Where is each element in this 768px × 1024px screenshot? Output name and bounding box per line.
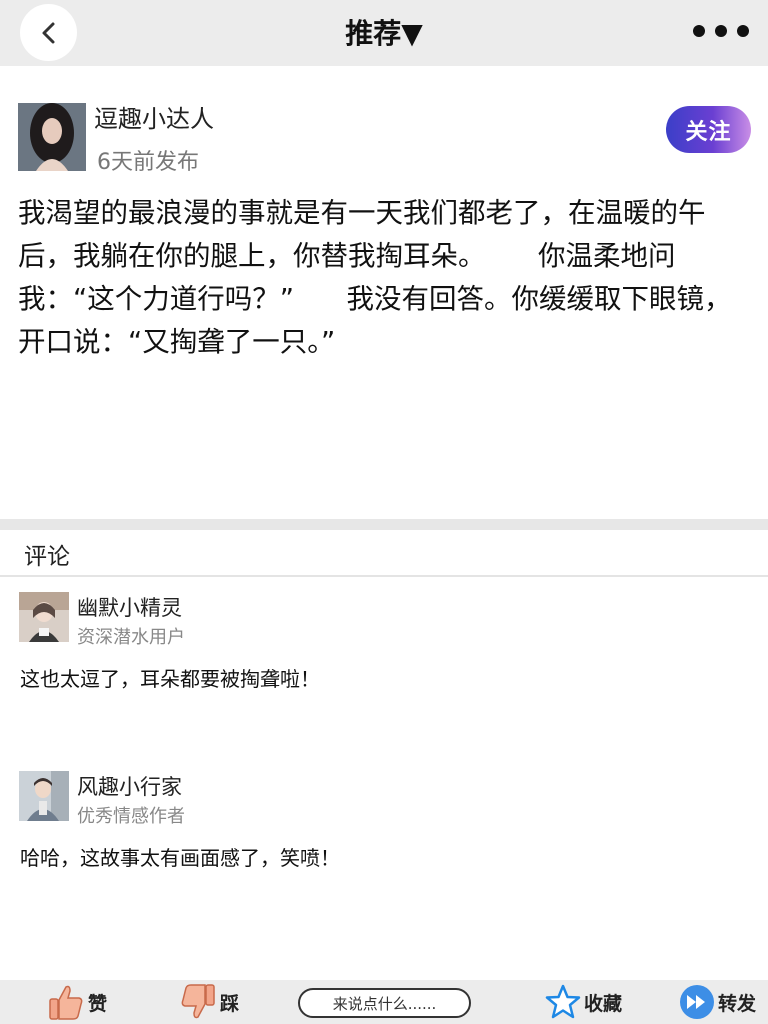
- dislike-label: 踩: [220, 992, 240, 1015]
- bottom-action-bar: 赞 踩 来说点什么...... 收藏 转发: [0, 980, 768, 1024]
- comment-text: 哈哈，这故事太有画面感了，笑喷！: [20, 846, 340, 870]
- forward-icon: [680, 985, 714, 1019]
- author-avatar[interactable]: [18, 103, 86, 171]
- commenter-tag: 资深潜水用户: [77, 627, 185, 648]
- star-icon: [545, 984, 581, 1019]
- follow-button[interactable]: 关注: [666, 106, 751, 153]
- like-label: 赞: [88, 992, 108, 1015]
- share-button[interactable]: 转发: [679, 980, 756, 1024]
- post-content: 我渴望的最浪漫的事就是有一天我们都老了，在温暖的午后，我躺在你的腿上，你替我掏耳…: [18, 197, 732, 358]
- like-button[interactable]: 赞: [48, 980, 107, 1024]
- favorite-label: 收藏: [584, 992, 623, 1015]
- commenter-name[interactable]: 幽默小精灵: [77, 592, 182, 622]
- commenter-avatar[interactable]: [19, 771, 69, 821]
- comment-input[interactable]: 来说点什么......: [298, 988, 471, 1018]
- section-divider: [0, 519, 768, 530]
- comments-heading: 评论: [24, 544, 70, 570]
- commenter-avatar[interactable]: [19, 592, 69, 642]
- commenter-name[interactable]: 风趣小行家: [77, 771, 182, 801]
- dislike-button[interactable]: 踩: [180, 980, 239, 1024]
- thumbs-down-icon: [181, 984, 215, 1019]
- feed-selector[interactable]: 推荐▼: [0, 12, 768, 52]
- favorite-button[interactable]: 收藏: [545, 980, 622, 1024]
- post-time: 6天前发布: [97, 150, 199, 175]
- share-label: 转发: [718, 992, 757, 1015]
- thumbs-up-icon: [49, 985, 83, 1020]
- more-dots-icon[interactable]: [692, 24, 750, 38]
- top-nav-bar: 推荐▼: [0, 0, 768, 66]
- divider-line: [0, 575, 768, 577]
- comment-text: 这也太逗了，耳朵都要被掏聋啦！: [20, 667, 320, 691]
- commenter-tag: 优秀情感作者: [77, 806, 185, 827]
- author-name[interactable]: 逗趣小达人: [94, 99, 214, 134]
